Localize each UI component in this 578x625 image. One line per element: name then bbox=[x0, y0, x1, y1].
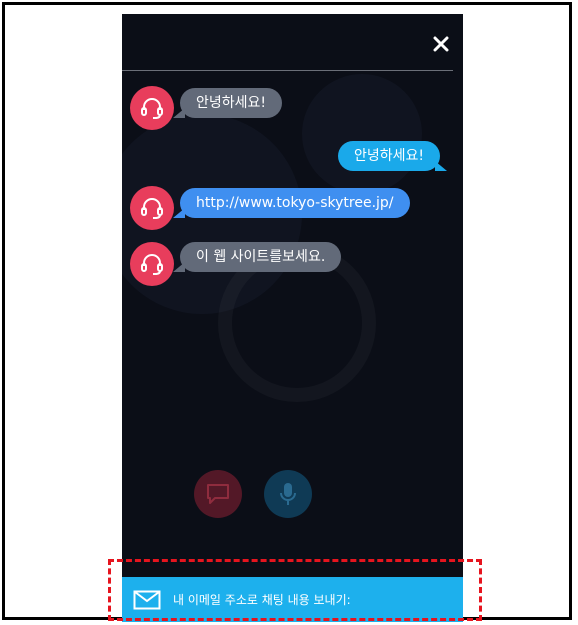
mail-icon bbox=[133, 590, 161, 609]
message-text: 안녕하세요! bbox=[196, 95, 267, 111]
close-button[interactable] bbox=[429, 32, 453, 56]
headset-icon bbox=[141, 254, 163, 275]
microphone-button[interactable] bbox=[264, 470, 312, 518]
message-bubble-user: 안녕하세요! bbox=[337, 141, 447, 171]
link-bubble[interactable]: http://www.tokyo-skytree.jp/ bbox=[173, 188, 410, 218]
microphone-icon bbox=[280, 483, 296, 505]
headset-icon bbox=[141, 98, 163, 119]
bubble-tail bbox=[435, 161, 447, 171]
header-divider bbox=[122, 70, 453, 71]
agent-avatar bbox=[130, 186, 174, 230]
message-link[interactable]: http://www.tokyo-skytree.jp/ bbox=[196, 195, 394, 211]
email-transcript-label: 내 이메일 주소로 채팅 내용 보내기: bbox=[173, 593, 351, 607]
chat-icon bbox=[207, 484, 229, 504]
bubble-tail bbox=[173, 108, 185, 118]
bubble-tail bbox=[173, 262, 185, 272]
background-glow bbox=[302, 74, 422, 194]
chat-button[interactable] bbox=[194, 470, 242, 518]
agent-avatar bbox=[130, 86, 174, 130]
agent-avatar bbox=[130, 242, 174, 286]
message-bubble: 안녕하세요! bbox=[173, 88, 283, 118]
close-icon bbox=[433, 36, 449, 52]
email-transcript-button[interactable]: 내 이메일 주소로 채팅 내용 보내기: bbox=[122, 577, 463, 622]
message-bubble: 이 웹 사이트를보세요. bbox=[173, 242, 342, 272]
bubble-tail bbox=[173, 208, 185, 218]
message-text: 안녕하세요! bbox=[353, 148, 424, 164]
headset-icon bbox=[141, 198, 163, 219]
chat-screen: 안녕하세요! 안녕하세요! http://www.tokyo-skytree.j… bbox=[122, 14, 463, 622]
message-text: 이 웹 사이트를보세요. bbox=[196, 249, 326, 265]
